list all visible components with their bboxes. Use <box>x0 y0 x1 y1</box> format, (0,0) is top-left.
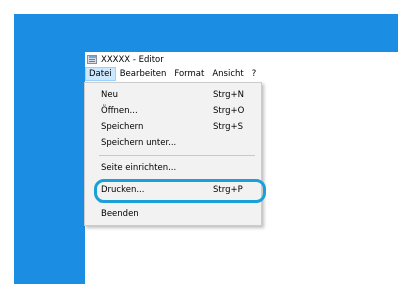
datei-dropdown-menu: Neu Strg+N Öffnen... Strg+O Speichern St… <box>84 82 262 226</box>
menu-item-neu[interactable]: Neu Strg+N <box>85 87 261 103</box>
menu-item-shortcut: Strg+N <box>213 90 244 100</box>
menu-item-oeffnen[interactable]: Öffnen... Strg+O <box>85 103 261 119</box>
window-title: XXXXX - Editor <box>101 54 164 65</box>
menu-item-label: Öffnen... <box>101 106 138 116</box>
menu-format[interactable]: Format <box>170 67 208 81</box>
menu-bar: Datei Bearbeiten Format Ansicht ? <box>85 67 398 81</box>
menu-item-shortcut: Strg+O <box>213 106 245 116</box>
menu-item-beenden[interactable]: Beenden <box>85 206 261 222</box>
menu-separator <box>99 155 255 156</box>
menu-help[interactable]: ? <box>248 67 261 81</box>
menu-ansicht[interactable]: Ansicht <box>208 67 247 81</box>
notepad-icon <box>87 55 97 64</box>
menu-item-speichern[interactable]: Speichern Strg+S <box>85 119 261 135</box>
menu-datei[interactable]: Datei <box>85 67 116 81</box>
menu-item-label: Speichern unter... <box>101 138 177 148</box>
menu-item-shortcut: Strg+S <box>213 122 243 132</box>
menu-item-seite-einrichten[interactable]: Seite einrichten... <box>85 160 261 176</box>
menu-item-label: Beenden <box>101 209 139 219</box>
menu-item-speichern-unter[interactable]: Speichern unter... <box>85 135 261 151</box>
menu-item-label: Speichern <box>101 122 144 132</box>
menu-item-label: Seite einrichten... <box>101 163 177 173</box>
menu-bearbeiten[interactable]: Bearbeiten <box>116 67 171 81</box>
title-bar: XXXXX - Editor <box>85 52 398 67</box>
menu-item-label: Neu <box>101 90 118 100</box>
drucken-highlight-ring <box>94 179 266 203</box>
